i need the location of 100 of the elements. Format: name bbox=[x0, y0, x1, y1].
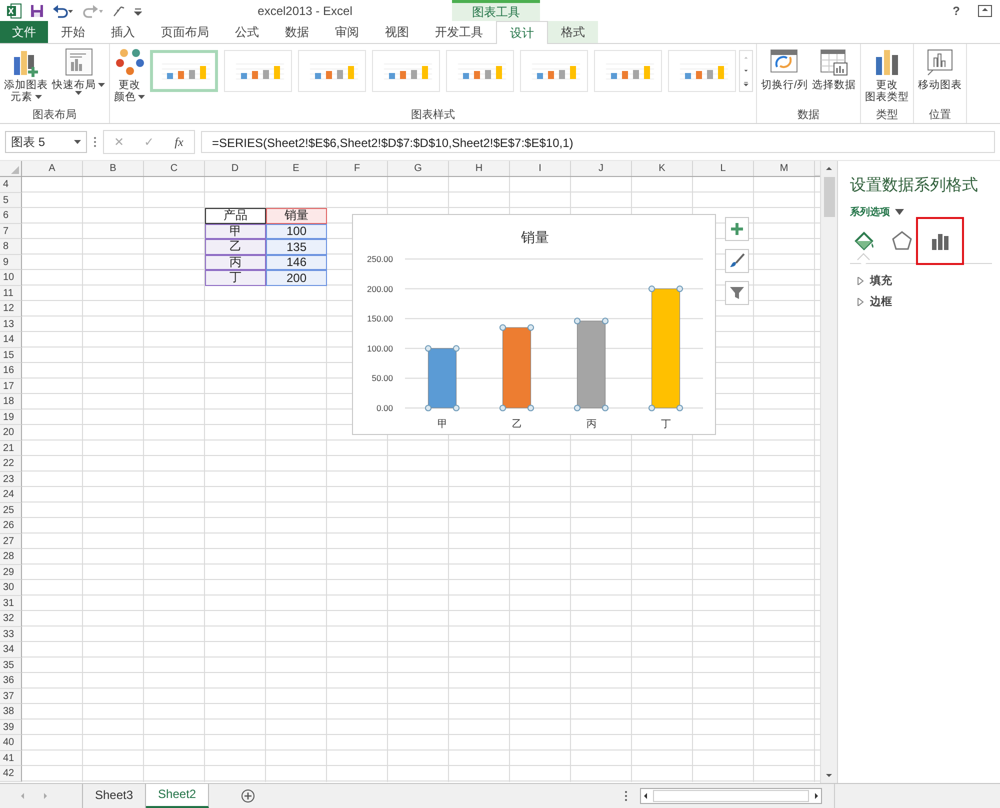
selection-handle[interactable] bbox=[424, 345, 432, 352]
column-header[interactable]: J bbox=[571, 161, 632, 176]
column-header[interactable]: K bbox=[632, 161, 693, 176]
selection-handle[interactable] bbox=[527, 324, 534, 331]
chart-area[interactable]: 销量 0.00 50.00 100.00 150.00 200.00 250.00 甲 乙 丙 丁 bbox=[352, 214, 716, 435]
row-header[interactable]: 34 bbox=[0, 642, 22, 658]
ribbon-tab[interactable]: 开发工具 bbox=[422, 21, 496, 43]
sheet-tab[interactable]: Sheet2 bbox=[146, 784, 210, 808]
row-header[interactable]: 5 bbox=[0, 192, 22, 208]
ribbon-tab[interactable]: 格式 bbox=[548, 21, 598, 43]
row-header[interactable]: 13 bbox=[0, 316, 22, 332]
row-header[interactable]: 35 bbox=[0, 658, 22, 673]
selection-handle[interactable] bbox=[574, 404, 581, 412]
row-header[interactable]: 17 bbox=[0, 378, 22, 394]
ribbon-button[interactable]: 切换行/列 bbox=[760, 47, 809, 91]
chart-bar[interactable] bbox=[651, 288, 680, 408]
ribbon-tab[interactable]: 插入 bbox=[98, 21, 148, 43]
drag-handle-icon[interactable] bbox=[93, 136, 97, 148]
selection-handle[interactable] bbox=[499, 324, 506, 331]
chart-style-thumbnail[interactable] bbox=[668, 50, 736, 92]
section-header[interactable]: 边框 bbox=[856, 293, 892, 310]
name-box[interactable]: 图表 5 bbox=[5, 131, 87, 153]
column-header[interactable]: G bbox=[388, 161, 449, 176]
row-header[interactable]: 33 bbox=[0, 626, 22, 642]
column-header[interactable]: I bbox=[510, 161, 571, 176]
row-header[interactable]: 42 bbox=[0, 766, 22, 782]
column-header[interactable]: C bbox=[144, 161, 205, 176]
chart-elements-button[interactable] bbox=[725, 217, 749, 241]
ribbon-tab[interactable]: 开始 bbox=[48, 21, 98, 43]
ribbon-tab[interactable]: 视图 bbox=[372, 21, 422, 43]
row-header[interactable]: 23 bbox=[0, 472, 22, 487]
selection-handle[interactable] bbox=[424, 404, 432, 412]
ribbon-button[interactable]: 选择数据 bbox=[810, 47, 857, 91]
row-header[interactable]: 36 bbox=[0, 673, 22, 688]
horizontal-scrollbar[interactable] bbox=[640, 788, 822, 804]
selection-handle[interactable] bbox=[527, 404, 534, 412]
column-header[interactable]: F bbox=[327, 161, 388, 176]
chart-styles-button[interactable] bbox=[725, 249, 749, 273]
row-header[interactable]: 18 bbox=[0, 394, 22, 410]
row-header[interactable]: 12 bbox=[0, 301, 22, 316]
redo-icon[interactable] bbox=[82, 4, 104, 18]
row-header[interactable]: 11 bbox=[0, 286, 22, 301]
ribbon-button[interactable]: 更改 颜色 bbox=[113, 47, 146, 103]
chart-style-thumbnail[interactable] bbox=[446, 50, 514, 92]
row-header[interactable]: 19 bbox=[0, 410, 22, 425]
column-header[interactable]: H bbox=[449, 161, 510, 176]
ribbon-button[interactable]: 添加图表 元素 bbox=[3, 47, 49, 103]
chart-style-thumbnail[interactable] bbox=[594, 50, 662, 92]
row-header[interactable]: 32 bbox=[0, 611, 22, 626]
column-header[interactable]: M bbox=[754, 161, 815, 176]
ribbon-button[interactable]: 快速布局 bbox=[51, 47, 106, 95]
ribbon-button[interactable]: 移动图表 bbox=[916, 47, 963, 91]
row-header[interactable]: 41 bbox=[0, 750, 22, 766]
column-header[interactable]: B bbox=[83, 161, 144, 176]
row-header[interactable]: 29 bbox=[0, 564, 22, 580]
save-icon[interactable] bbox=[30, 4, 44, 18]
ribbon-tab[interactable]: 文件 bbox=[0, 21, 48, 43]
section-header[interactable]: 填充 bbox=[856, 272, 892, 289]
row-header[interactable]: 21 bbox=[0, 440, 22, 456]
chart-style-thumbnail[interactable] bbox=[520, 50, 588, 92]
ribbon-display-icon[interactable] bbox=[978, 4, 992, 16]
row-header[interactable]: 14 bbox=[0, 332, 22, 348]
row-header[interactable]: 10 bbox=[0, 270, 22, 286]
column-header[interactable]: L bbox=[693, 161, 754, 176]
touch-mode-icon[interactable] bbox=[112, 4, 126, 18]
add-sheet-icon[interactable] bbox=[241, 789, 256, 803]
help-button[interactable]: ? bbox=[952, 4, 960, 18]
ribbon-tab[interactable]: 设计 bbox=[496, 21, 548, 44]
selection-handle[interactable] bbox=[574, 318, 581, 324]
column-header[interactable]: E bbox=[266, 161, 327, 176]
chart-bar[interactable] bbox=[576, 320, 606, 408]
chart-bar[interactable] bbox=[428, 348, 457, 408]
selection-handle[interactable] bbox=[602, 318, 609, 324]
scrollbar-thumb[interactable] bbox=[824, 177, 834, 217]
row-header[interactable]: 30 bbox=[0, 580, 22, 596]
splitter-icon[interactable] bbox=[624, 790, 628, 802]
chart-style-thumbnail[interactable] bbox=[150, 50, 218, 92]
chart-bar[interactable] bbox=[502, 327, 532, 408]
row-header[interactable]: 9 bbox=[0, 254, 22, 270]
selection-handle[interactable] bbox=[499, 404, 506, 412]
row-header[interactable]: 31 bbox=[0, 596, 22, 611]
selection-handle[interactable] bbox=[452, 345, 460, 352]
row-header[interactable]: 28 bbox=[0, 549, 22, 564]
select-all-icon[interactable] bbox=[11, 166, 19, 174]
insert-function-button[interactable]: fx bbox=[164, 134, 194, 150]
chart-style-thumbnail[interactable] bbox=[224, 50, 292, 92]
column-header[interactable]: D bbox=[205, 161, 266, 176]
selection-handle[interactable] bbox=[676, 404, 684, 412]
selection-handle[interactable] bbox=[452, 404, 460, 412]
row-header[interactable]: 16 bbox=[0, 363, 22, 378]
row-header[interactable]: 37 bbox=[0, 688, 22, 704]
row-header[interactable]: 40 bbox=[0, 735, 22, 750]
undo-icon[interactable] bbox=[52, 4, 74, 18]
chart-filters-button[interactable] bbox=[725, 281, 749, 305]
chart-style-thumbnail[interactable] bbox=[372, 50, 440, 92]
row-header[interactable]: 26 bbox=[0, 518, 22, 534]
ribbon-button[interactable]: 更改 图表类型 bbox=[864, 47, 910, 103]
row-header[interactable]: 39 bbox=[0, 720, 22, 735]
row-header[interactable]: 15 bbox=[0, 348, 22, 363]
chart-style-thumbnail[interactable] bbox=[298, 50, 366, 92]
